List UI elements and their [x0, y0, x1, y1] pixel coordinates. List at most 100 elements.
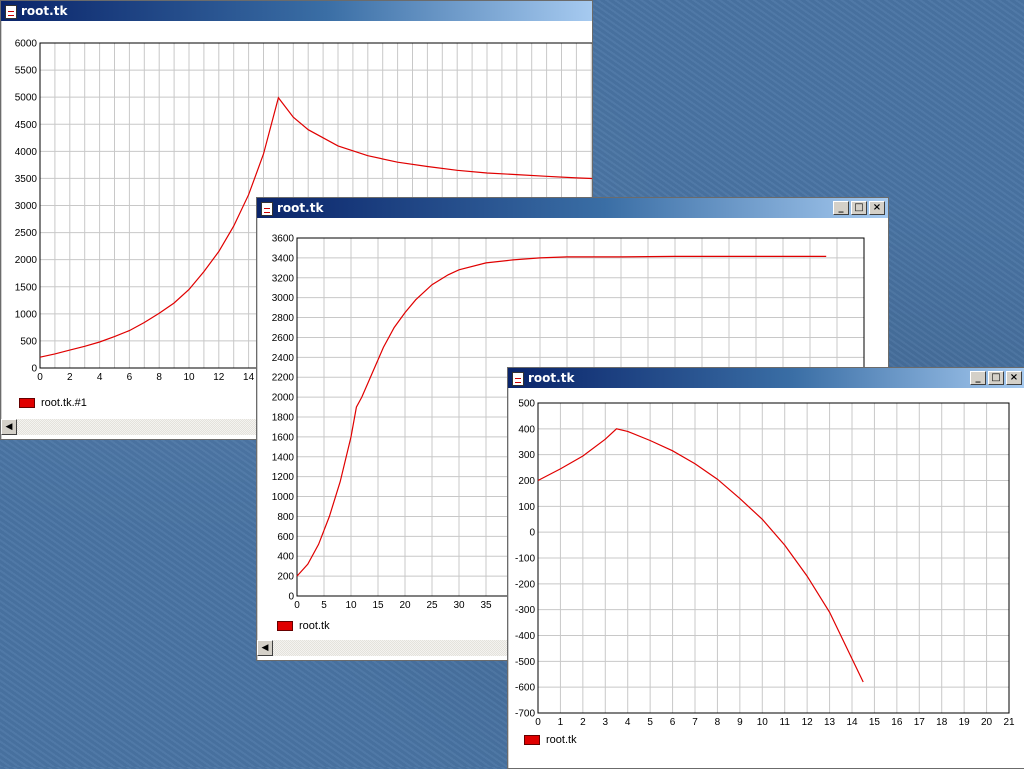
app-icon: [5, 5, 17, 19]
y-tick-label: 3600: [272, 234, 295, 245]
minimize-button[interactable]: _: [833, 201, 849, 215]
x-tick-label: 14: [243, 372, 255, 383]
y-tick-label: 4000: [15, 147, 38, 158]
y-tick-label: 2800: [272, 313, 295, 324]
x-tick-label: 20: [981, 717, 993, 728]
y-tick-label: 1200: [272, 472, 295, 483]
y-tick-label: 1600: [272, 432, 295, 443]
y-tick-label: -300: [515, 605, 535, 616]
maximize-button[interactable]: □: [988, 371, 1004, 385]
y-tick-label: 4500: [15, 120, 38, 131]
x-tick-label: 21: [1003, 717, 1015, 728]
scroll-left-icon[interactable]: ◀: [257, 640, 273, 656]
window-2-titlebar[interactable]: root.tk _ □ ×: [257, 198, 888, 218]
grid: [537, 402, 1010, 714]
y-tick-label: 100: [518, 502, 535, 513]
y-tick-label: 2200: [272, 373, 295, 384]
x-tick-label: 3: [603, 717, 609, 728]
y-tick-label: -200: [515, 579, 535, 590]
x-tick-label: 30: [453, 600, 465, 611]
x-tick-label: 2: [67, 372, 73, 383]
y-tick-label: 800: [277, 512, 294, 523]
close-button[interactable]: ×: [1006, 371, 1022, 385]
y-tick-label: 3000: [272, 293, 295, 304]
y-tick-label: 400: [277, 552, 294, 563]
y-tick-label: 3500: [15, 174, 38, 185]
x-tick-label: 18: [936, 717, 948, 728]
legend-swatch: [19, 398, 35, 408]
y-tick-label: 2500: [15, 228, 38, 239]
x-tick-label: 12: [213, 372, 225, 383]
y-tick-label: 5000: [15, 93, 38, 104]
x-tick-label: 0: [37, 372, 43, 383]
x-tick-label: 13: [824, 717, 836, 728]
window-1-title: root.tk: [21, 4, 68, 18]
chart-window-3: root.tk _ □ × -700 -600 -500 -400 -300 -200 -1…: [507, 367, 1024, 769]
x-tick-label: 17: [914, 717, 926, 728]
scroll-left-icon[interactable]: ◀: [1, 419, 17, 435]
legend-swatch: [524, 735, 540, 745]
y-tick-label: 500: [20, 336, 37, 347]
window-1-titlebar[interactable]: root.tk: [1, 1, 592, 21]
x-tick-label: 9: [737, 717, 743, 728]
x-tick-label: 10: [757, 717, 769, 728]
y-tick-label: 0: [529, 528, 535, 539]
y-tick-label: 2400: [272, 353, 295, 364]
legend-3: root.tk: [524, 734, 577, 746]
x-tick-label: 10: [345, 600, 357, 611]
x-tick-label: 19: [959, 717, 971, 728]
x-tick-label: 8: [715, 717, 721, 728]
app-icon: [261, 202, 273, 216]
y-tick-label: -600: [515, 683, 535, 694]
x-tick-label: 10: [183, 372, 195, 383]
x-tick-label: 16: [891, 717, 903, 728]
x-tick-label: 11: [780, 717, 791, 728]
y-tick-label: 1800: [272, 413, 295, 424]
close-button[interactable]: ×: [869, 201, 885, 215]
maximize-button[interactable]: □: [851, 201, 867, 215]
y-tick-label: 200: [518, 476, 535, 487]
app-icon: [512, 372, 524, 386]
y-tick-label: 400: [518, 424, 535, 435]
y-tick-label: -100: [515, 554, 535, 565]
y-tick-label: 600: [277, 532, 294, 543]
y-tick-label: 300: [518, 450, 535, 461]
y-tick-label: -400: [515, 631, 535, 642]
x-tick-label: 5: [647, 717, 653, 728]
x-tick-label: 0: [535, 717, 541, 728]
y-tick-label: -700: [515, 709, 535, 720]
x-tick-label: 1: [558, 717, 564, 728]
legend-1-label: root.tk.#1: [41, 397, 87, 409]
series-line: [537, 428, 864, 683]
x-tick-label: 35: [480, 600, 492, 611]
x-tick-label: 4: [625, 717, 631, 728]
legend-1: root.tk.#1: [19, 397, 87, 409]
legend-3-label: root.tk: [546, 734, 577, 746]
x-tick-label: 0: [294, 600, 300, 611]
y-tick-label: 5500: [15, 66, 38, 77]
y-tick-label: -500: [515, 657, 535, 668]
x-tick-label: 20: [399, 600, 411, 611]
minimize-button[interactable]: _: [970, 371, 986, 385]
x-tick-label: 6: [127, 372, 133, 383]
legend-2: root.tk: [277, 620, 330, 632]
x-tick-label: 4: [97, 372, 103, 383]
y-tick-label: 2000: [272, 393, 295, 404]
y-tick-label: 6000: [15, 39, 38, 50]
x-tick-label: 15: [372, 600, 384, 611]
y-tick-label: 500: [518, 399, 535, 410]
x-tick-label: 8: [156, 372, 162, 383]
legend-2-label: root.tk: [299, 620, 330, 632]
x-tick-label: 25: [426, 600, 438, 611]
y-tick-label: 3400: [272, 253, 295, 264]
window-2-title: root.tk: [277, 201, 324, 215]
legend-swatch: [277, 621, 293, 631]
x-tick-label: 6: [670, 717, 676, 728]
x-tick-label: 12: [802, 717, 814, 728]
y-tick-label: 1000: [15, 309, 38, 320]
y-tick-label: 1500: [15, 282, 38, 293]
window-3-title: root.tk: [528, 371, 575, 385]
y-tick-label: 2000: [15, 255, 38, 266]
x-tick-label: 14: [846, 717, 858, 728]
window-3-titlebar[interactable]: root.tk _ □ ×: [508, 368, 1024, 388]
